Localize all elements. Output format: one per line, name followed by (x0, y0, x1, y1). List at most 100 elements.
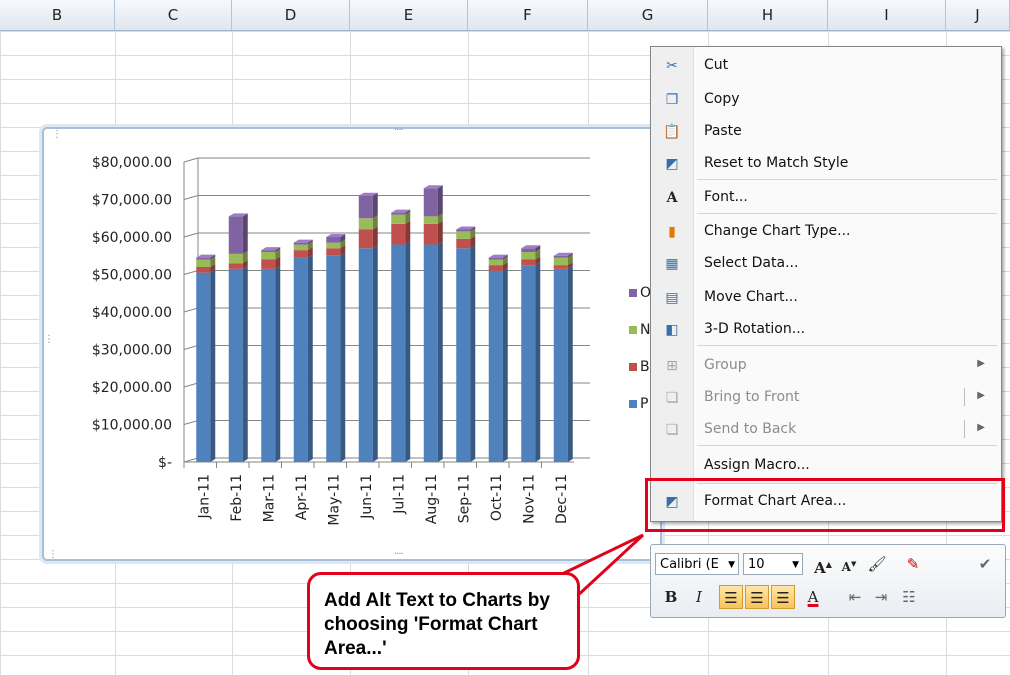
bar-n-front (196, 259, 211, 267)
bar-p-side (372, 245, 378, 462)
bar-p-side (502, 267, 508, 462)
shrink-font-icon[interactable]: A▼ (837, 552, 861, 576)
bar-o-front (358, 195, 373, 219)
y-tick-label: $60,000.00 (92, 230, 172, 246)
menu-item-label: Move Chart... (704, 289, 798, 305)
legend-item-p[interactable]: P (629, 396, 648, 412)
menu-item-label: Change Chart Type... (704, 223, 851, 239)
line-color-icon[interactable]: ✎ (901, 552, 925, 576)
bold-button[interactable]: B (659, 585, 683, 609)
menu-item-font[interactable]: A Font... (651, 181, 999, 215)
split-divider (964, 420, 965, 438)
bar-o-front (391, 212, 406, 215)
menu-item-select-data[interactable]: ▦ Select Data... (651, 247, 999, 281)
y-tick-label: $50,000.00 (92, 268, 172, 284)
column-header-d[interactable]: D (232, 0, 350, 30)
menu-item-move-chart[interactable]: ▤ Move Chart... (651, 281, 999, 315)
legend-label: P (640, 396, 649, 412)
column-header-f[interactable]: F (468, 0, 588, 30)
bar-p-side (470, 245, 476, 462)
y-tick-label: $40,000.00 (92, 305, 172, 321)
bar-b-front (423, 223, 438, 245)
bar-b-front (456, 238, 471, 249)
bar-p-side (437, 241, 443, 462)
menu-item-label: Copy (704, 91, 740, 107)
gridline-depth (183, 345, 199, 350)
font-name-box[interactable]: Calibri (E ▼ (655, 553, 739, 575)
callout-box: Add Alt Text to Charts by choosing 'Form… (307, 572, 580, 670)
bar-o-front (228, 216, 243, 254)
menu-item-copy[interactable]: ❐ Copy (651, 83, 999, 117)
legend-swatch (629, 326, 637, 334)
bar-p-front (228, 268, 243, 462)
bar-p-side (340, 252, 346, 462)
split-divider (964, 388, 965, 406)
format-painter-icon[interactable]: ✔ (973, 552, 997, 576)
bar-p-side (275, 265, 281, 462)
gridline-depth (183, 195, 199, 200)
menu-item-3-d-rotation[interactable]: ◧ 3-D Rotation... (651, 313, 999, 347)
bar-p-front (553, 268, 568, 462)
chart-area[interactable]: ⋮ ···· ⋮ ···· ⋮ $80,000.00 $70,000.00 $60,… (42, 125, 662, 561)
font-size-box[interactable]: 10 ▼ (743, 553, 803, 575)
menu-item-label: Bring to Front (704, 389, 800, 405)
legend-swatch (629, 289, 637, 297)
align-left-button[interactable]: ☰ (719, 585, 743, 609)
column-header-i[interactable]: I (828, 0, 946, 30)
chevron-down-icon[interactable]: ▼ (792, 554, 799, 576)
menu-item-change-chart-type[interactable]: ▮ Change Chart Type... (651, 215, 999, 249)
grow-font-icon[interactable]: A▲ (811, 552, 835, 577)
menu-item-label: 3-D Rotation... (704, 321, 806, 337)
chevron-down-icon[interactable]: ▼ (728, 554, 735, 576)
align-center-button[interactable]: ☰ (745, 585, 769, 609)
bar-o-front (488, 257, 503, 260)
y-tick-label: $- (158, 455, 172, 471)
bullets-icon[interactable]: ☷ (897, 585, 921, 609)
y-tick-label: $80,000.00 (92, 155, 172, 171)
menu-item-paste[interactable]: 📋 Paste (651, 115, 999, 149)
font-color-icon[interactable]: A (801, 585, 825, 609)
column-header-e[interactable]: E (350, 0, 468, 30)
bar-n-front (391, 214, 406, 224)
column-header-g[interactable]: G (588, 0, 708, 30)
bar-p-front (261, 268, 276, 462)
x-tick-label: Jul-11 (391, 474, 407, 515)
bar-b-front (553, 265, 568, 269)
select-data-icon: ▦ (665, 256, 679, 272)
legend-item-o[interactable]: O (629, 285, 651, 301)
italic-button[interactable]: I (687, 585, 711, 609)
column-header-j[interactable]: J (946, 0, 1010, 30)
x-tick-label: Mar-11 (261, 474, 277, 522)
x-tick-label: Sep-11 (456, 474, 472, 523)
bar-o-front (196, 257, 211, 260)
bar-b-front (261, 259, 276, 269)
x-tick-label: Jan-11 (196, 474, 212, 519)
legend-item-b[interactable]: B (629, 359, 650, 375)
bar-n-front (553, 257, 568, 266)
menu-item-group[interactable]: ⊞ Group ▶ (651, 349, 999, 383)
column-header-h[interactable]: H (708, 0, 828, 30)
bar-b-front (293, 250, 308, 258)
bar-p-front (358, 248, 373, 462)
increase-indent-icon[interactable]: ⇥ (869, 585, 893, 609)
menu-item-bring-to-front[interactable]: ❏ Bring to Front ▶ (651, 381, 999, 415)
bar-o-front (553, 255, 568, 258)
menu-item-reset-to-match-style[interactable]: ◩ Reset to Match Style (651, 147, 999, 181)
column-header-c[interactable]: C (115, 0, 232, 30)
legend-item-n[interactable]: N (629, 322, 650, 338)
menu-item-cut[interactable]: ✂ Cut (651, 49, 999, 83)
x-tick-label: Aug-11 (424, 474, 440, 524)
x-tick-label: Feb-11 (229, 474, 245, 522)
bar-b-front (196, 267, 211, 273)
font-size-value: 10 (748, 557, 765, 572)
column-header-b[interactable]: B (0, 0, 115, 30)
x-tick-label: Apr-11 (294, 474, 310, 520)
align-right-button[interactable]: ☰ (771, 585, 795, 609)
menu-item-send-to-back[interactable]: ❏ Send to Back ▶ (651, 413, 999, 447)
decrease-indent-icon[interactable]: ⇤ (843, 585, 867, 609)
fill-color-icon[interactable]: 🖌 (865, 552, 889, 576)
bar-p-side (535, 262, 541, 462)
context-menu: ✂ Cut ❐ Copy 📋 Paste ◩ Reset to Match Style A Fon… (650, 46, 1002, 522)
scissors-icon: ✂ (666, 58, 678, 74)
bar-p-front (456, 248, 471, 462)
